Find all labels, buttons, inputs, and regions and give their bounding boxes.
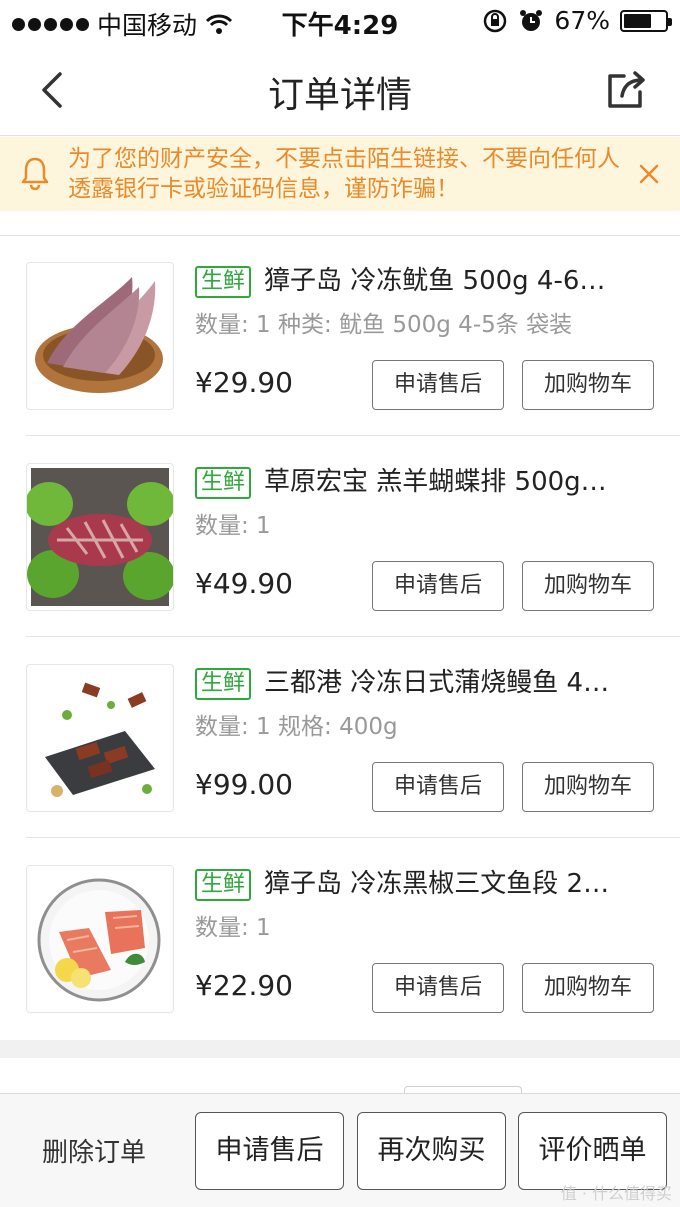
close-icon[interactable] [636,161,662,187]
section-separator [0,1040,680,1058]
after-sale-button[interactable]: 申请售后 [372,360,504,410]
battery-icon [620,9,672,32]
battery-percentage: 67% [554,6,610,35]
after-sale-button[interactable]: 申请售后 [372,963,504,1013]
product-spec: 数量: 1 [195,915,271,941]
add-to-cart-button[interactable]: 加购物车 [522,963,654,1013]
share-icon[interactable] [602,66,650,114]
product-thumbnail[interactable] [26,865,174,1013]
product-price: ¥29.90 [195,366,293,399]
add-to-cart-button[interactable]: 加购物车 [522,561,654,611]
delete-order-button[interactable]: 删除订单 [42,1132,146,1169]
page-title: 订单详情 [267,75,412,116]
product-price: ¥99.00 [195,768,293,801]
order-after-sale-button[interactable]: 申请售后 [195,1112,344,1190]
status-right: 67% [482,6,672,35]
product-spec: 数量: 1 种类: 鱿鱼 500g 4-5条 袋装 [195,312,573,338]
nav-bar: 订单详情 [0,44,680,136]
product-title[interactable]: 獐子岛 冷冻黑椒三文鱼段 2… [264,867,664,901]
battery-fill [624,13,651,28]
watermark: 值 · 什么值得买 [560,1184,672,1203]
alarm-icon [520,9,543,31]
item-divider [26,837,680,838]
add-to-cart-button[interactable]: 加购物车 [522,762,654,812]
after-sale-button[interactable]: 申请售后 [372,561,504,611]
product-spec: 数量: 1 [195,513,271,539]
product-thumbnail[interactable] [26,463,174,611]
product-title[interactable]: 三都港 冷冻日式蒲烧鳗鱼 4… [264,666,664,700]
after-sale-button[interactable]: 申请售后 [372,762,504,812]
notice-text: 为了您的财产安全，不要点击陌生链接、不要向任何人透露银行卡或验证码信息，谨防诈骗… [68,146,620,202]
fresh-tag: 生鲜 [195,668,252,700]
add-to-cart-button[interactable]: 加购物车 [522,360,654,410]
product-price: ¥49.90 [195,567,293,600]
product-spec: 数量: 1 规格: 400g [195,714,398,740]
item-divider [26,636,680,637]
product-thumbnail[interactable] [26,664,174,812]
product-thumbnail[interactable] [26,262,174,410]
product-title[interactable]: 獐子岛 冷冻鱿鱼 500g 4-6… [264,264,664,298]
review-order-button[interactable]: 评价晒单 [518,1112,667,1190]
fresh-tag: 生鲜 [195,467,252,499]
security-notice: 为了您的财产安全，不要点击陌生链接、不要向任何人透露银行卡或验证码信息，谨防诈骗… [0,137,680,211]
order-item[interactable]: 生鲜 草原宏宝 羔羊蝴蝶排 500g… 数量: 1 ¥49.90 申请售后 加购… [0,437,680,637]
product-price: ¥22.90 [195,969,293,1002]
fresh-tag: 生鲜 [195,266,252,298]
rotation-lock-icon [484,9,507,32]
fresh-tag: 生鲜 [195,869,252,901]
buy-again-button[interactable]: 再次购买 [357,1112,506,1190]
product-title[interactable]: 草原宏宝 羔羊蝴蝶排 500g… [264,465,664,499]
item-divider [26,435,680,436]
status-bar: 中国移动 下午4:29 67% [0,0,680,44]
order-item[interactable]: 生鲜 三都港 冷冻日式蒲烧鳗鱼 4… 数量: 1 规格: 400g ¥99.00… [0,638,680,838]
order-item[interactable]: 生鲜 獐子岛 冷冻鱿鱼 500g 4-6… 数量: 1 种类: 鱿鱼 500g … [0,236,680,436]
bell-icon [21,157,49,191]
order-item[interactable]: 生鲜 獐子岛 冷冻黑椒三文鱼段 2… 数量: 1 ¥22.90 申请售后 加购物… [0,839,680,1039]
